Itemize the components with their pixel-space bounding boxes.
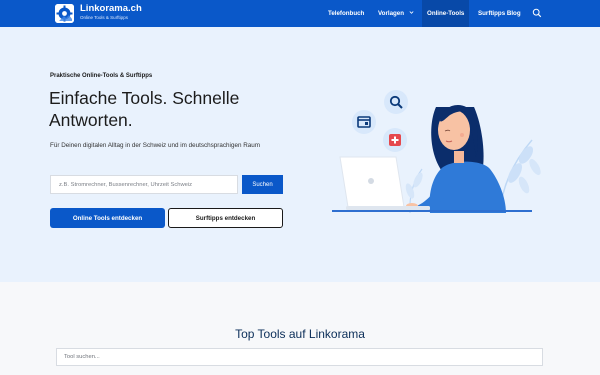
online-tools-button[interactable]: Online Tools entdecken: [50, 208, 165, 228]
calendar-icon: [352, 110, 376, 134]
section-title: Top Tools auf Linkorama: [235, 327, 365, 341]
site-title[interactable]: Linkorama.ch: [80, 3, 142, 14]
search-icon[interactable]: [532, 8, 542, 18]
nav-item-online-tools[interactable]: Online-Tools: [422, 0, 470, 27]
site-tagline: Online Tools & Surftipps: [80, 15, 128, 20]
surftipps-button[interactable]: Surftipps entdecken: [168, 208, 283, 228]
hero-search-button[interactable]: Suchen: [242, 175, 283, 194]
search-icon: [384, 90, 408, 114]
nav-item-vorlagen[interactable]: Vorlagen: [378, 9, 404, 18]
hero-intro: Für Deinen digitalen Alltag in der Schwe…: [50, 142, 261, 149]
site-header: Linkorama.ch Online Tools & Surftipps Te…: [0, 0, 600, 27]
chevron-down-icon[interactable]: [409, 10, 414, 15]
gear-icon: [55, 4, 74, 23]
tool-search-input[interactable]: [56, 348, 543, 366]
hero-search-input[interactable]: [50, 175, 238, 194]
hero-headline: Einfache Tools. Schnelle Antworten.: [49, 88, 240, 130]
medical-cross-icon: [383, 128, 407, 152]
hero-kicker: Praktische Online-Tools & Surftipps: [50, 73, 153, 79]
nav-item-surftipps-blog[interactable]: Surftipps Blog: [478, 9, 521, 18]
nav-item-telefonbuch[interactable]: Telefonbuch: [328, 9, 364, 18]
hero-illustration: [332, 90, 541, 214]
site-logo[interactable]: [55, 4, 74, 23]
